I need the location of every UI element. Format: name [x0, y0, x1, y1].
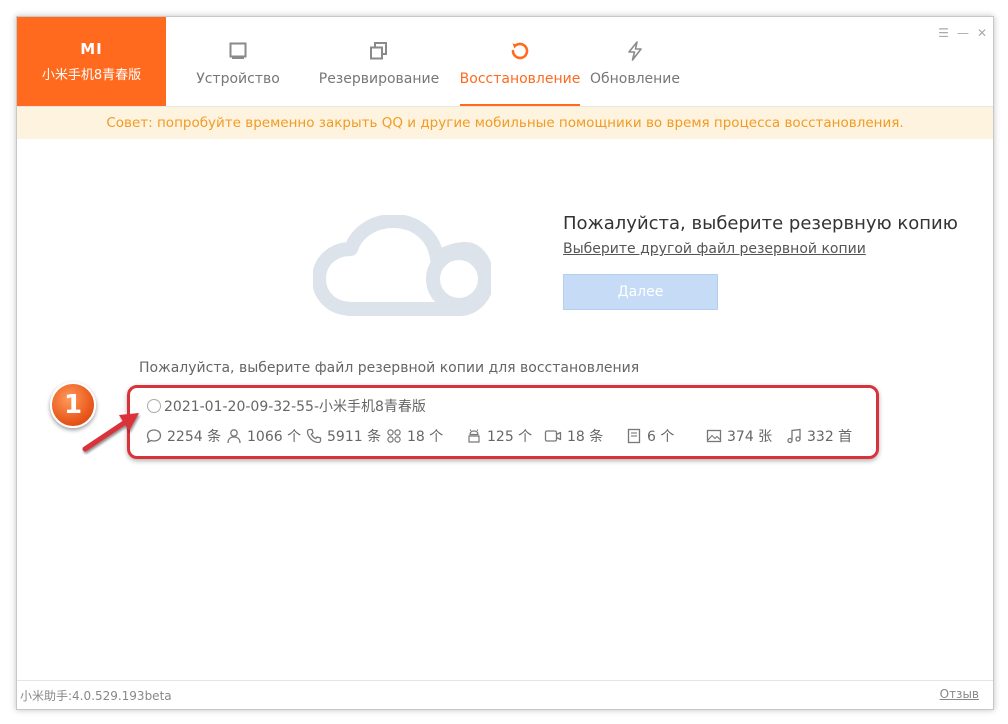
backup-name: 2021-01-20-09-32-55-小米手机8青春版 [164, 399, 426, 415]
stat-contacts: 1066 个 [226, 426, 301, 446]
device-model: 小米手机8青春版 [41, 68, 142, 83]
choose-backup-label: Пожалуйста, выберите файл резервной копи… [139, 360, 640, 376]
backup-list-item[interactable]: 2021-01-20-09-32-55-小米手机8青春版 2254 条 1066… [127, 385, 879, 459]
stat-system: 125 个 [466, 426, 532, 446]
menu-icon[interactable]: ☰ [938, 27, 949, 39]
tab-update[interactable]: Обновление [580, 17, 690, 106]
restore-icon [509, 41, 531, 61]
tip-banner: Совет: попробуйте временно закрыть QQ и … [17, 107, 993, 139]
backup-radio[interactable] [147, 399, 161, 413]
next-button[interactable]: Далее [563, 274, 718, 310]
device-icon [228, 41, 248, 61]
close-icon[interactable]: ✕ [977, 27, 987, 39]
stat-photos: 374 张 [706, 426, 772, 446]
annotation-arrow-icon [79, 409, 147, 459]
other-backup-file-link[interactable]: Выберите другой файл резервной копии [563, 241, 866, 257]
contact-icon [227, 429, 241, 444]
video-icon [544, 430, 562, 442]
apps-icon [387, 429, 401, 443]
stat-apps: 18 个 [386, 426, 443, 446]
select-backup-heading: Пожалуйста, выберите резервную копию [563, 213, 958, 234]
tip-text: Совет: попробуйте временно закрыть QQ и … [106, 115, 904, 131]
tab-restore-label: Восстановление [459, 71, 581, 87]
tab-backup-label: Резервирование [318, 71, 440, 87]
status-bar: 小米助手:4.0.529.193beta Отзыв [17, 680, 993, 709]
stat-calls: 5911 条 [306, 426, 381, 446]
message-icon [146, 429, 162, 444]
tab-update-label: Обновление [589, 71, 681, 87]
stat-notes: 6 个 [626, 426, 674, 446]
tab-backup[interactable]: Резервирование [304, 17, 454, 106]
update-icon [625, 41, 645, 61]
stat-messages: 2254 条 [146, 426, 221, 446]
android-icon [468, 429, 480, 443]
app-version: 小米助手:4.0.529.193beta [20, 689, 172, 703]
photo-icon [706, 429, 722, 443]
phone-icon [306, 428, 322, 444]
stat-videos: 18 条 [544, 426, 603, 446]
backup-icon [369, 41, 389, 61]
app-window: MI 小米手机8青春版 Устройство Резервирование Во… [16, 16, 994, 710]
tab-restore[interactable]: Восстановление [460, 17, 580, 106]
cloud-icon [312, 214, 494, 329]
tab-device[interactable]: Устройство [176, 17, 300, 106]
minimize-icon[interactable]: — [957, 27, 969, 39]
main-nav: Устройство Резервирование Восстановление… [166, 17, 690, 106]
window-controls: ☰ — ✕ [938, 27, 987, 39]
music-icon [787, 428, 801, 444]
notes-icon [627, 428, 641, 444]
stat-music: 332 首 [786, 426, 852, 446]
tab-device-label: Устройство [196, 71, 280, 87]
feedback-link[interactable]: Отзыв [940, 687, 979, 701]
mi-logo: MI [80, 40, 103, 58]
device-brand-panel[interactable]: MI 小米手机8青春版 [17, 17, 166, 106]
